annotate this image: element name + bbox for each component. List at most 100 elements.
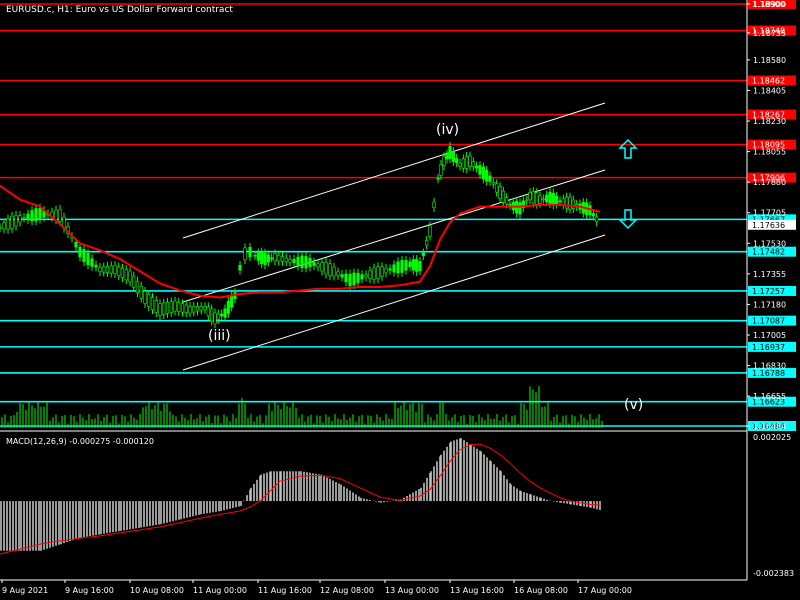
candle-body bbox=[408, 261, 412, 268]
level-tag-label: 1.18462 bbox=[752, 77, 785, 86]
current-price-label: 1.17636 bbox=[752, 221, 785, 230]
candle-body bbox=[316, 263, 320, 268]
candle-body bbox=[455, 158, 459, 164]
candle-body bbox=[304, 255, 308, 269]
candle-body bbox=[320, 262, 324, 272]
candle-body bbox=[595, 216, 599, 223]
time-tick-label: 10 Aug 08:00 bbox=[130, 586, 184, 595]
candle-body bbox=[344, 273, 348, 283]
candle-body bbox=[154, 300, 158, 313]
candle-body bbox=[541, 198, 545, 201]
candle-body bbox=[555, 195, 559, 205]
candle-body bbox=[230, 295, 234, 308]
candle-body bbox=[277, 254, 281, 262]
price-tick-label: 1.17880 bbox=[753, 178, 786, 187]
macd-axis-top: 0.002025 bbox=[753, 433, 791, 442]
candle-body bbox=[128, 270, 132, 283]
macd-label: MACD(12,26,9) -0.000275 -0.000120 bbox=[6, 437, 154, 446]
candle-body bbox=[425, 240, 429, 246]
candle-body bbox=[384, 267, 388, 274]
candle-body bbox=[26, 213, 30, 220]
level-tag-label: 1.16937 bbox=[752, 343, 785, 352]
candle-body bbox=[206, 306, 210, 317]
candle-body bbox=[105, 266, 110, 273]
candle-body bbox=[518, 202, 522, 215]
candle-body bbox=[226, 301, 230, 314]
candle-body bbox=[243, 247, 247, 261]
candle-body bbox=[18, 215, 22, 223]
candle-body bbox=[34, 208, 38, 222]
time-tick-label: 13 Aug 00:00 bbox=[385, 586, 439, 595]
candle-body bbox=[270, 257, 274, 260]
candle-body bbox=[173, 300, 177, 312]
candle-body bbox=[548, 191, 552, 204]
candle-body bbox=[74, 242, 78, 248]
candle-body bbox=[439, 164, 443, 176]
candle-body bbox=[465, 155, 469, 169]
candle-body bbox=[188, 305, 192, 314]
time-tick-label: 11 Aug 16:00 bbox=[258, 586, 312, 595]
candle-body bbox=[135, 280, 140, 294]
candle-body bbox=[94, 264, 98, 268]
candle-body bbox=[348, 273, 352, 287]
candle-body bbox=[280, 256, 285, 262]
candle-body bbox=[508, 204, 512, 206]
time-tick-label: 9 Aug 2021 bbox=[2, 586, 48, 595]
chart-title: EURUSD.c, H1: Euro vs US Dollar Forward … bbox=[6, 5, 233, 15]
candle-body bbox=[288, 259, 292, 263]
price-tick-label: 1.18735 bbox=[753, 29, 786, 38]
candle-body bbox=[545, 194, 549, 203]
forex-chart[interactable]: 1.189001.187481.184621.182671.180951.179… bbox=[0, 0, 800, 600]
candle-body bbox=[458, 162, 462, 167]
price-tick-label: 1.17180 bbox=[753, 300, 786, 309]
candle-body bbox=[260, 251, 264, 264]
candle-body bbox=[571, 199, 575, 209]
candle-body bbox=[117, 266, 121, 276]
candle-body bbox=[308, 257, 312, 268]
candle-body bbox=[451, 151, 455, 162]
candle-body bbox=[109, 265, 113, 274]
candle-body bbox=[396, 261, 400, 274]
candle-body bbox=[376, 266, 380, 279]
candle-body bbox=[213, 312, 217, 325]
price-tick-label: 1.17530 bbox=[753, 239, 786, 248]
candle-body bbox=[220, 313, 224, 317]
time-tick-label: 11 Aug 00:00 bbox=[193, 586, 247, 595]
candle-body bbox=[428, 225, 432, 237]
candle-body bbox=[475, 165, 479, 169]
candle-body bbox=[421, 252, 425, 257]
candle-body bbox=[505, 197, 509, 205]
candle-body bbox=[471, 161, 475, 167]
candle-body bbox=[461, 158, 465, 169]
candle-body bbox=[86, 253, 90, 266]
price-tick-label: 1.18055 bbox=[753, 148, 786, 157]
candle-body bbox=[436, 178, 440, 180]
price-tick-label: 1.18230 bbox=[753, 117, 786, 126]
candle-body bbox=[442, 156, 446, 166]
price-tick-label: 1.17705 bbox=[753, 209, 786, 218]
price-tick-label: 1.18405 bbox=[753, 86, 786, 95]
candle-body bbox=[132, 275, 136, 288]
candle-body bbox=[180, 303, 185, 313]
candle-body bbox=[495, 183, 499, 193]
candle-body bbox=[418, 261, 422, 271]
candle-body bbox=[336, 271, 340, 276]
candle-body bbox=[392, 264, 396, 273]
candle-body bbox=[324, 261, 328, 275]
candle-body bbox=[169, 301, 173, 313]
price-tick-label: 1.16655 bbox=[753, 392, 786, 401]
candle-body bbox=[0, 227, 2, 229]
candle-body bbox=[177, 302, 181, 312]
time-tick-label: 16 Aug 08:00 bbox=[514, 586, 568, 595]
candle-body bbox=[210, 308, 214, 322]
candle-body bbox=[491, 182, 495, 185]
candle-body bbox=[165, 302, 170, 314]
time-tick-label: 12 Aug 08:00 bbox=[320, 586, 374, 595]
candle-body bbox=[411, 259, 415, 271]
candle-body bbox=[2, 222, 6, 230]
candle-body bbox=[192, 306, 196, 313]
candle-body bbox=[10, 215, 14, 229]
price-tick-label: 1.16830 bbox=[753, 362, 786, 371]
price-tick-label: 1.17355 bbox=[753, 270, 786, 279]
price-tick-label: 1.16484 bbox=[753, 422, 786, 431]
